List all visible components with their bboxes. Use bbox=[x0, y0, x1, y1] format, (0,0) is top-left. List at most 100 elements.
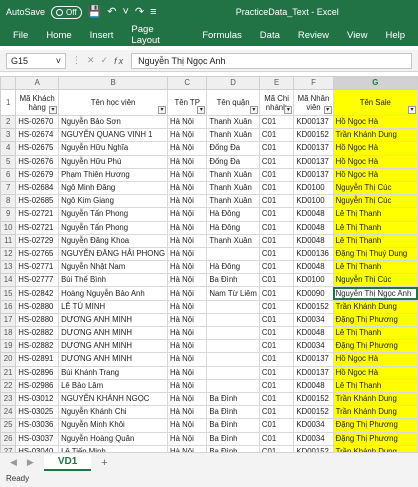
add-sheet-icon[interactable]: + bbox=[101, 457, 107, 469]
cell[interactable]: KD0034 bbox=[293, 431, 334, 446]
cell[interactable]: Nguyễn Thị Cúc bbox=[332, 194, 418, 209]
cell[interactable]: Hồ Ngọc Hà bbox=[332, 352, 418, 367]
undo-icon[interactable]: ↶ bbox=[107, 6, 116, 18]
cell[interactable]: KD00137 bbox=[293, 114, 334, 130]
cell[interactable]: NGUYỄN ĐĂNG HẢI PHONG bbox=[58, 246, 169, 262]
cell[interactable]: HS-02676 bbox=[15, 154, 60, 169]
cell[interactable]: C01 bbox=[258, 141, 295, 156]
menu-file[interactable]: File bbox=[4, 30, 37, 41]
cell[interactable]: Hà Nội bbox=[167, 220, 208, 235]
filter-dropdown-icon[interactable]: ▾ bbox=[158, 106, 167, 114]
cell[interactable]: HS-02670 bbox=[15, 114, 60, 130]
column-header[interactable]: B bbox=[58, 76, 169, 90]
cell[interactable]: Nguyễn Khánh Chi bbox=[58, 405, 169, 420]
cell[interactable]: DƯƠNG ANH MINH bbox=[58, 352, 169, 367]
cell[interactable]: C01 bbox=[258, 114, 295, 130]
cell[interactable]: Hà Nội bbox=[167, 141, 208, 156]
cell[interactable]: Nam Từ Liêm bbox=[206, 286, 260, 301]
fx-icon[interactable]: fx bbox=[114, 56, 125, 66]
cell[interactable]: Thanh Xuân bbox=[206, 114, 260, 130]
row-header[interactable]: 14 bbox=[0, 273, 17, 288]
save-icon[interactable]: 💾 bbox=[88, 6, 102, 18]
cell[interactable]: DƯƠNG ANH MINH bbox=[58, 339, 169, 354]
cell[interactable]: C01 bbox=[258, 325, 295, 341]
cell[interactable]: KD0034 bbox=[293, 312, 334, 328]
cell[interactable] bbox=[206, 378, 260, 393]
filter-dropdown-icon[interactable]: ▾ bbox=[408, 106, 416, 114]
cell[interactable]: C01 bbox=[258, 220, 295, 235]
menu-page-layout[interactable]: Page Layout bbox=[122, 24, 193, 46]
cell[interactable]: Thanh Xuân bbox=[206, 167, 260, 182]
cell[interactable]: HS-02882 bbox=[15, 325, 60, 341]
cell[interactable]: HS-02777 bbox=[15, 273, 60, 288]
cell[interactable]: HS-02675 bbox=[15, 141, 60, 156]
cell[interactable]: Lê Thị Thanh bbox=[332, 233, 418, 248]
cell[interactable]: Nguyễn Hoàng Quân bbox=[58, 431, 169, 446]
cell[interactable] bbox=[206, 365, 260, 380]
filter-dropdown-icon[interactable]: ▾ bbox=[49, 106, 58, 114]
autosave-toggle[interactable]: Off bbox=[51, 5, 82, 19]
cell[interactable]: HS-02721 bbox=[15, 207, 60, 222]
cell[interactable]: C01 bbox=[258, 194, 295, 209]
select-all-corner[interactable] bbox=[0, 76, 17, 90]
row-header[interactable]: 12 bbox=[0, 246, 17, 262]
cell[interactable]: C01 bbox=[258, 207, 295, 222]
sheet-tab-active[interactable]: VD1 bbox=[43, 454, 92, 471]
cell[interactable]: HS-02765 bbox=[15, 246, 60, 262]
row-header[interactable]: 7 bbox=[0, 180, 17, 196]
header-cell[interactable]: Tên TP ▾ bbox=[167, 89, 208, 116]
row-header[interactable]: 19 bbox=[0, 339, 17, 354]
cell[interactable]: Lê Thị Thanh bbox=[332, 378, 418, 393]
cell[interactable]: C01 bbox=[258, 128, 295, 143]
row-header[interactable]: 8 bbox=[0, 194, 17, 209]
cell[interactable]: Thanh Xuân bbox=[206, 233, 260, 248]
name-box[interactable]: G15 ˅ bbox=[6, 52, 66, 69]
cell[interactable]: KD00137 bbox=[293, 352, 334, 367]
cell[interactable]: C01 bbox=[258, 365, 295, 380]
cell[interactable]: Nguyễn Minh Khôi bbox=[58, 418, 169, 433]
cell[interactable]: Lê Thị Thanh bbox=[332, 207, 418, 222]
row-header[interactable]: 15 bbox=[0, 286, 17, 301]
cell[interactable]: HS-02842 bbox=[15, 286, 60, 301]
column-header[interactable]: F bbox=[293, 76, 334, 90]
row-header[interactable]: 18 bbox=[0, 325, 17, 341]
cell[interactable]: HS-03037 bbox=[15, 431, 60, 446]
cell[interactable]: Hà Đông bbox=[206, 220, 260, 235]
cell[interactable]: Hà Nội bbox=[167, 418, 208, 433]
menu-formulas[interactable]: Formulas bbox=[193, 30, 251, 41]
cell[interactable]: C01 bbox=[258, 418, 295, 433]
cell[interactable]: Trần Khánh Dung bbox=[332, 405, 418, 420]
cell[interactable]: Hà Nội bbox=[167, 365, 208, 380]
row-header[interactable]: 24 bbox=[0, 405, 17, 420]
filter-dropdown-icon[interactable]: ▾ bbox=[197, 106, 206, 114]
cell[interactable]: KD00137 bbox=[293, 365, 334, 380]
formula-input[interactable]: Nguyễn Thị Ngọc Anh bbox=[131, 52, 412, 69]
menu-review[interactable]: Review bbox=[289, 30, 338, 41]
cell[interactable]: Hà Nội bbox=[167, 286, 208, 301]
cell[interactable]: Nguyễn Thị Cúc bbox=[332, 180, 418, 196]
cell[interactable]: C01 bbox=[258, 405, 295, 420]
cell[interactable]: HS-02674 bbox=[15, 128, 60, 143]
cell[interactable] bbox=[206, 325, 260, 341]
chevron-down-icon[interactable]: ˅ bbox=[122, 6, 128, 18]
column-header[interactable]: D bbox=[206, 76, 260, 90]
cell[interactable]: Nguyễn Nhật Nam bbox=[58, 260, 169, 275]
column-header[interactable]: G bbox=[332, 76, 418, 90]
cell[interactable]: NGUYỄN KHÁNH NGỌC bbox=[58, 391, 169, 407]
cell[interactable]: HS-02891 bbox=[15, 352, 60, 367]
cell[interactable]: Hà Nội bbox=[167, 325, 208, 341]
cell[interactable]: Nguyễn Hữu Phú bbox=[58, 154, 169, 169]
cell[interactable]: Đống Đa bbox=[206, 154, 260, 169]
cell[interactable]: Phạm Thiên Hương bbox=[58, 167, 169, 182]
cell[interactable]: HS-02721 bbox=[15, 220, 60, 235]
column-header[interactable]: E bbox=[258, 76, 295, 90]
cell[interactable]: Nguyễn Hữu Nghĩa bbox=[58, 141, 169, 156]
cell[interactable]: Hoàng Nguyễn Bảo Anh bbox=[58, 286, 169, 301]
cell[interactable]: C01 bbox=[258, 286, 295, 301]
cell[interactable]: Hà Nội bbox=[167, 114, 208, 130]
filter-dropdown-icon[interactable]: ▾ bbox=[284, 106, 293, 114]
cell[interactable]: Hà Nội bbox=[167, 233, 208, 248]
cell[interactable]: Lê Bảo Lâm bbox=[58, 378, 169, 393]
cell[interactable]: HS-02684 bbox=[15, 180, 60, 196]
column-header[interactable]: C bbox=[167, 76, 208, 90]
